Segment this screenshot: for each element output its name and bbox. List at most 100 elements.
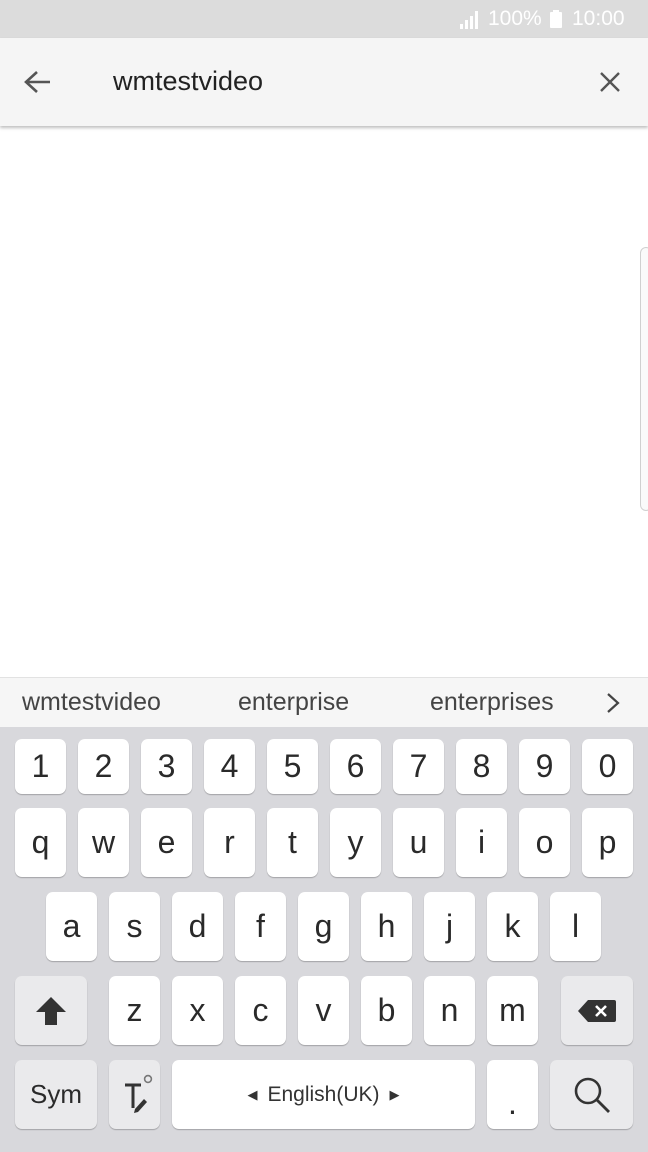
text-settings-icon bbox=[124, 1074, 152, 1113]
key-d[interactable]: d bbox=[172, 892, 223, 961]
more-suggestions-button[interactable] bbox=[598, 688, 628, 718]
text-settings-key[interactable] bbox=[109, 1060, 160, 1129]
search-key[interactable] bbox=[550, 1060, 633, 1129]
back-button[interactable] bbox=[18, 62, 58, 102]
key-label: u bbox=[409, 824, 428, 860]
key-label: q bbox=[31, 824, 50, 860]
key-label: c bbox=[252, 992, 269, 1028]
key-label: e bbox=[157, 824, 176, 860]
key-label: a bbox=[62, 908, 81, 944]
key-w[interactable]: w bbox=[78, 808, 129, 877]
key-b[interactable]: b bbox=[361, 976, 412, 1045]
key-a[interactable]: a bbox=[46, 892, 97, 961]
key-label: d bbox=[188, 908, 207, 944]
key-label: 2 bbox=[94, 748, 113, 784]
key-label: t bbox=[288, 824, 297, 860]
key-label: s bbox=[126, 908, 143, 944]
keyboard: 1 2 3 4 5 6 7 8 9 0 q w e r t y u i o p … bbox=[0, 727, 648, 1152]
key-0[interactable]: 0 bbox=[582, 739, 633, 794]
key-label: m bbox=[499, 992, 526, 1028]
key-e[interactable]: e bbox=[141, 808, 192, 877]
key-2[interactable]: 2 bbox=[78, 739, 129, 794]
symbols-key[interactable]: Sym bbox=[15, 1060, 97, 1129]
key-1[interactable]: 1 bbox=[15, 739, 66, 794]
key-u[interactable]: u bbox=[393, 808, 444, 877]
key-label: o bbox=[535, 824, 554, 860]
battery-percent: 100% bbox=[488, 7, 542, 30]
key-label: k bbox=[504, 908, 521, 944]
key-4[interactable]: 4 bbox=[204, 739, 255, 794]
key-x[interactable]: x bbox=[172, 976, 223, 1045]
shift-icon bbox=[36, 996, 66, 1025]
key-g[interactable]: g bbox=[298, 892, 349, 961]
search-icon bbox=[574, 1077, 610, 1113]
key-6[interactable]: 6 bbox=[330, 739, 381, 794]
key-q[interactable]: q bbox=[15, 808, 66, 877]
key-label: f bbox=[256, 908, 265, 944]
key-8[interactable]: 8 bbox=[456, 739, 507, 794]
key-5[interactable]: 5 bbox=[267, 739, 318, 794]
key-m[interactable]: m bbox=[487, 976, 538, 1045]
key-3[interactable]: 3 bbox=[141, 739, 192, 794]
key-v[interactable]: v bbox=[298, 976, 349, 1045]
key-label: 6 bbox=[346, 748, 365, 784]
key-9[interactable]: 9 bbox=[519, 739, 570, 794]
backspace-icon bbox=[578, 999, 616, 1022]
search-input[interactable]: wmtestvideo bbox=[113, 66, 263, 97]
key-label: r bbox=[224, 824, 235, 860]
key-p[interactable]: p bbox=[582, 808, 633, 877]
language-right-icon: ▶ bbox=[389, 1086, 400, 1102]
language-left-icon: ◀ bbox=[247, 1086, 258, 1102]
key-label: 5 bbox=[283, 748, 302, 784]
key-label: y bbox=[347, 824, 364, 860]
key-label: x bbox=[189, 992, 206, 1028]
key-label: v bbox=[315, 992, 332, 1028]
key-label: j bbox=[445, 908, 454, 944]
key-j[interactable]: j bbox=[424, 892, 475, 961]
key-label: n bbox=[440, 992, 459, 1028]
key-label: 4 bbox=[220, 748, 239, 784]
key-i[interactable]: i bbox=[456, 808, 507, 877]
search-app-bar: wmtestvideo bbox=[0, 38, 648, 126]
suggestion-item[interactable]: enterprise bbox=[238, 688, 349, 717]
clear-search-button[interactable] bbox=[590, 62, 630, 102]
key-label: g bbox=[314, 908, 333, 944]
key-l[interactable]: l bbox=[550, 892, 601, 961]
key-t[interactable]: t bbox=[267, 808, 318, 877]
key-label: Sym bbox=[30, 1079, 82, 1109]
key-c[interactable]: c bbox=[235, 976, 286, 1045]
chevron-right-icon bbox=[607, 693, 620, 713]
key-label: 8 bbox=[472, 748, 491, 784]
suggestion-item[interactable]: enterprises bbox=[430, 688, 554, 717]
key-o[interactable]: o bbox=[519, 808, 570, 877]
key-k[interactable]: k bbox=[487, 892, 538, 961]
edge-panel-handle[interactable] bbox=[640, 247, 648, 511]
key-label: 3 bbox=[157, 748, 176, 784]
backspace-key[interactable] bbox=[561, 976, 633, 1045]
key-h[interactable]: h bbox=[361, 892, 412, 961]
key-label: l bbox=[571, 908, 580, 944]
key-label: . bbox=[508, 1085, 517, 1121]
key-label: 0 bbox=[598, 748, 617, 784]
key-z[interactable]: z bbox=[109, 976, 160, 1045]
key-7[interactable]: 7 bbox=[393, 739, 444, 794]
close-icon bbox=[600, 72, 620, 92]
key-label: w bbox=[91, 824, 116, 860]
shift-key[interactable] bbox=[15, 976, 87, 1045]
space-key[interactable]: ◀ English(UK) ▶ bbox=[172, 1060, 475, 1129]
key-y[interactable]: y bbox=[330, 808, 381, 877]
back-arrow-icon bbox=[24, 71, 50, 93]
key-s[interactable]: s bbox=[109, 892, 160, 961]
status-time: 10:00 bbox=[572, 7, 625, 30]
key-label: 9 bbox=[535, 748, 554, 784]
key-r[interactable]: r bbox=[204, 808, 255, 877]
period-key[interactable]: . bbox=[487, 1060, 538, 1129]
key-f[interactable]: f bbox=[235, 892, 286, 961]
key-label: i bbox=[477, 824, 486, 860]
key-label: h bbox=[377, 908, 396, 944]
key-label: p bbox=[598, 824, 617, 860]
key-label: b bbox=[377, 992, 396, 1028]
key-n[interactable]: n bbox=[424, 976, 475, 1045]
suggestion-item[interactable]: wmtestvideo bbox=[22, 688, 161, 717]
key-label: 1 bbox=[31, 748, 50, 784]
